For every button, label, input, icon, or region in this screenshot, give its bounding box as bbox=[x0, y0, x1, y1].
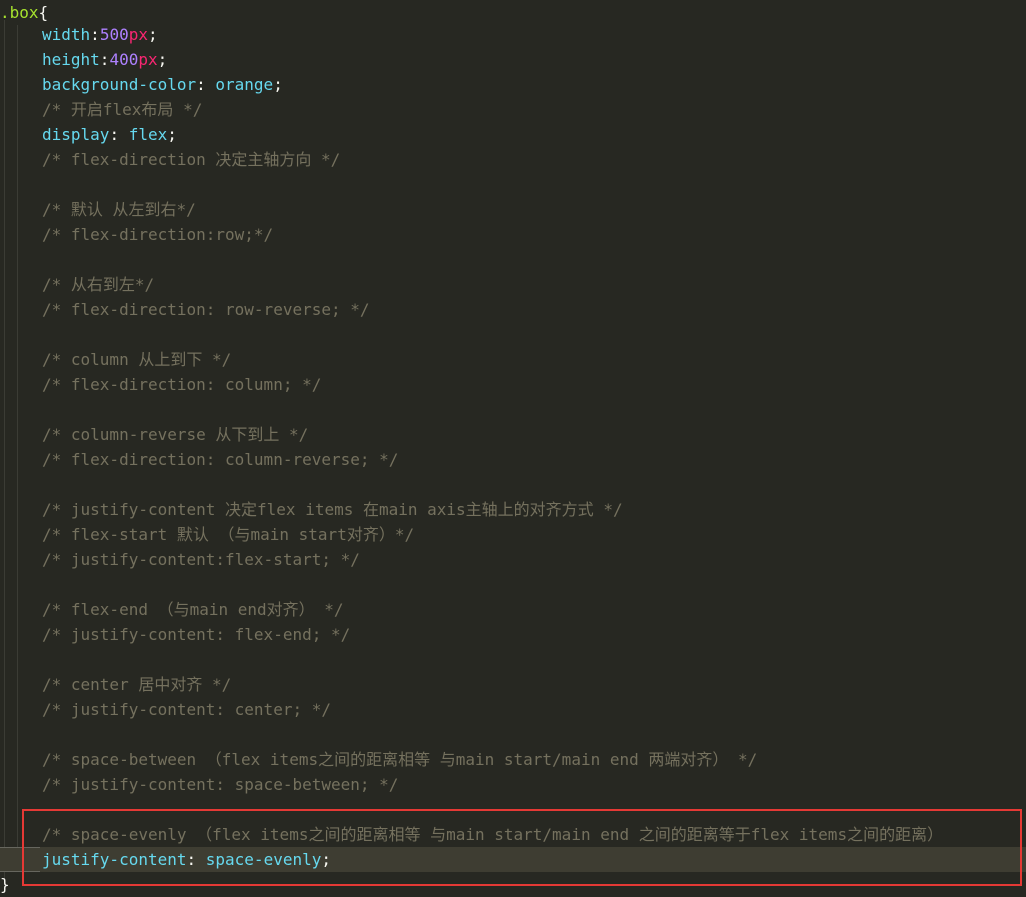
css-property: background-color bbox=[42, 75, 197, 94]
css-property: display bbox=[42, 125, 110, 144]
code-line: /* space-between （flex items之间的距离相等 与mai… bbox=[0, 747, 1026, 772]
css-property: width bbox=[42, 25, 91, 44]
code-line: /* flex-direction: row-reverse; */ bbox=[0, 297, 1026, 322]
code-line: /* flex-direction: column-reverse; */ bbox=[0, 447, 1026, 472]
css-value: orange bbox=[215, 75, 274, 94]
css-property: height bbox=[42, 50, 100, 69]
code-comment: /* column 从上到下 */ bbox=[42, 350, 232, 369]
code-comment: /* space-evenly （flex items之间的距离相等 与main… bbox=[42, 825, 944, 844]
code-line: height:400px; bbox=[42, 50, 168, 69]
css-unit: px bbox=[128, 25, 148, 44]
code-line: /* column 从上到下 */ bbox=[0, 347, 1026, 372]
code-line: /* space-evenly （flex items之间的距离相等 与main… bbox=[0, 822, 1026, 847]
code-line: /* column-reverse 从下到上 */ bbox=[0, 422, 1026, 447]
code-comment: /* justify-content 决定flex items 在main ax… bbox=[42, 500, 623, 519]
code-comment: /* justify-content:flex-start; */ bbox=[42, 550, 360, 569]
code-comment: /* flex-start 默认 （与main start对齐）*/ bbox=[42, 525, 415, 544]
code-line: /* justify-content: space-between; */ bbox=[0, 772, 1026, 797]
code-line: /* flex-direction: column; */ bbox=[0, 372, 1026, 397]
code-comment: /* flex-direction: column; */ bbox=[42, 375, 322, 394]
code-line: /* 默认 从左到右*/ bbox=[0, 197, 1026, 222]
code-comment: /* center 居中对齐 */ bbox=[42, 675, 232, 694]
code-line: display: flex; bbox=[42, 125, 177, 144]
active-line-marker bbox=[0, 847, 40, 872]
code-line: /* justify-content: flex-end; */ bbox=[0, 622, 1026, 647]
code-line: /* justify-content:flex-start; */ bbox=[0, 547, 1026, 572]
code-comment: /* justify-content: flex-end; */ bbox=[42, 625, 351, 644]
active-code-line[interactable]: justify-content: space-evenly; bbox=[0, 847, 1026, 872]
code-line: /* flex-direction 决定主轴方向 */ bbox=[0, 147, 1026, 172]
code-line: /* 从右到左*/ bbox=[0, 272, 1026, 297]
code-comment: /* flex-direction 决定主轴方向 */ bbox=[42, 150, 341, 169]
code-line: /* flex-start 默认 （与main start对齐）*/ bbox=[0, 522, 1026, 547]
code-comment: /* justify-content: center; */ bbox=[42, 700, 331, 719]
code-line: /* center 居中对齐 */ bbox=[0, 672, 1026, 697]
code-comment: /* 开启flex布局 */ bbox=[42, 100, 203, 119]
css-value: flex bbox=[128, 125, 168, 144]
code-comment: /* column-reverse 从下到上 */ bbox=[42, 425, 309, 444]
code-line: /* flex-direction:row;*/ bbox=[0, 222, 1026, 247]
code-comment: /* 从右到左*/ bbox=[42, 275, 155, 294]
code-editor[interactable]: .box{ width:500px; height:400px; backgro… bbox=[0, 0, 1026, 896]
css-number: 400 bbox=[109, 50, 139, 69]
code-line: /* justify-content: center; */ bbox=[0, 697, 1026, 722]
code-comment: /* space-between （flex items之间的距离相等 与mai… bbox=[42, 750, 758, 769]
close-brace: } bbox=[0, 875, 10, 894]
code-comment: /* flex-direction: column-reverse; */ bbox=[42, 450, 399, 469]
code-comment: /* 默认 从左到右*/ bbox=[42, 200, 196, 219]
code-line: /* 开启flex布局 */ bbox=[0, 97, 1026, 122]
code-line: background-color: orange; bbox=[42, 75, 283, 94]
code-line: /* justify-content 决定flex items 在main ax… bbox=[0, 497, 1026, 522]
code-line: } bbox=[0, 872, 1026, 897]
css-property: justify-content bbox=[42, 850, 187, 869]
code-comment: /* flex-direction: row-reverse; */ bbox=[42, 300, 370, 319]
css-selector: .box bbox=[0, 3, 39, 22]
code-comment: /* flex-end （与main end对齐） */ bbox=[42, 600, 344, 619]
code-comment: /* justify-content: space-between; */ bbox=[42, 775, 399, 794]
css-unit: px bbox=[138, 50, 158, 69]
code-line: /* flex-end （与main end对齐） */ bbox=[0, 597, 1026, 622]
open-brace: { bbox=[38, 3, 49, 22]
css-value: space-evenly bbox=[205, 850, 322, 869]
css-number: 500 bbox=[99, 25, 129, 44]
code-line: width:500px; bbox=[42, 25, 158, 44]
code-comment: /* flex-direction:row;*/ bbox=[42, 225, 274, 244]
